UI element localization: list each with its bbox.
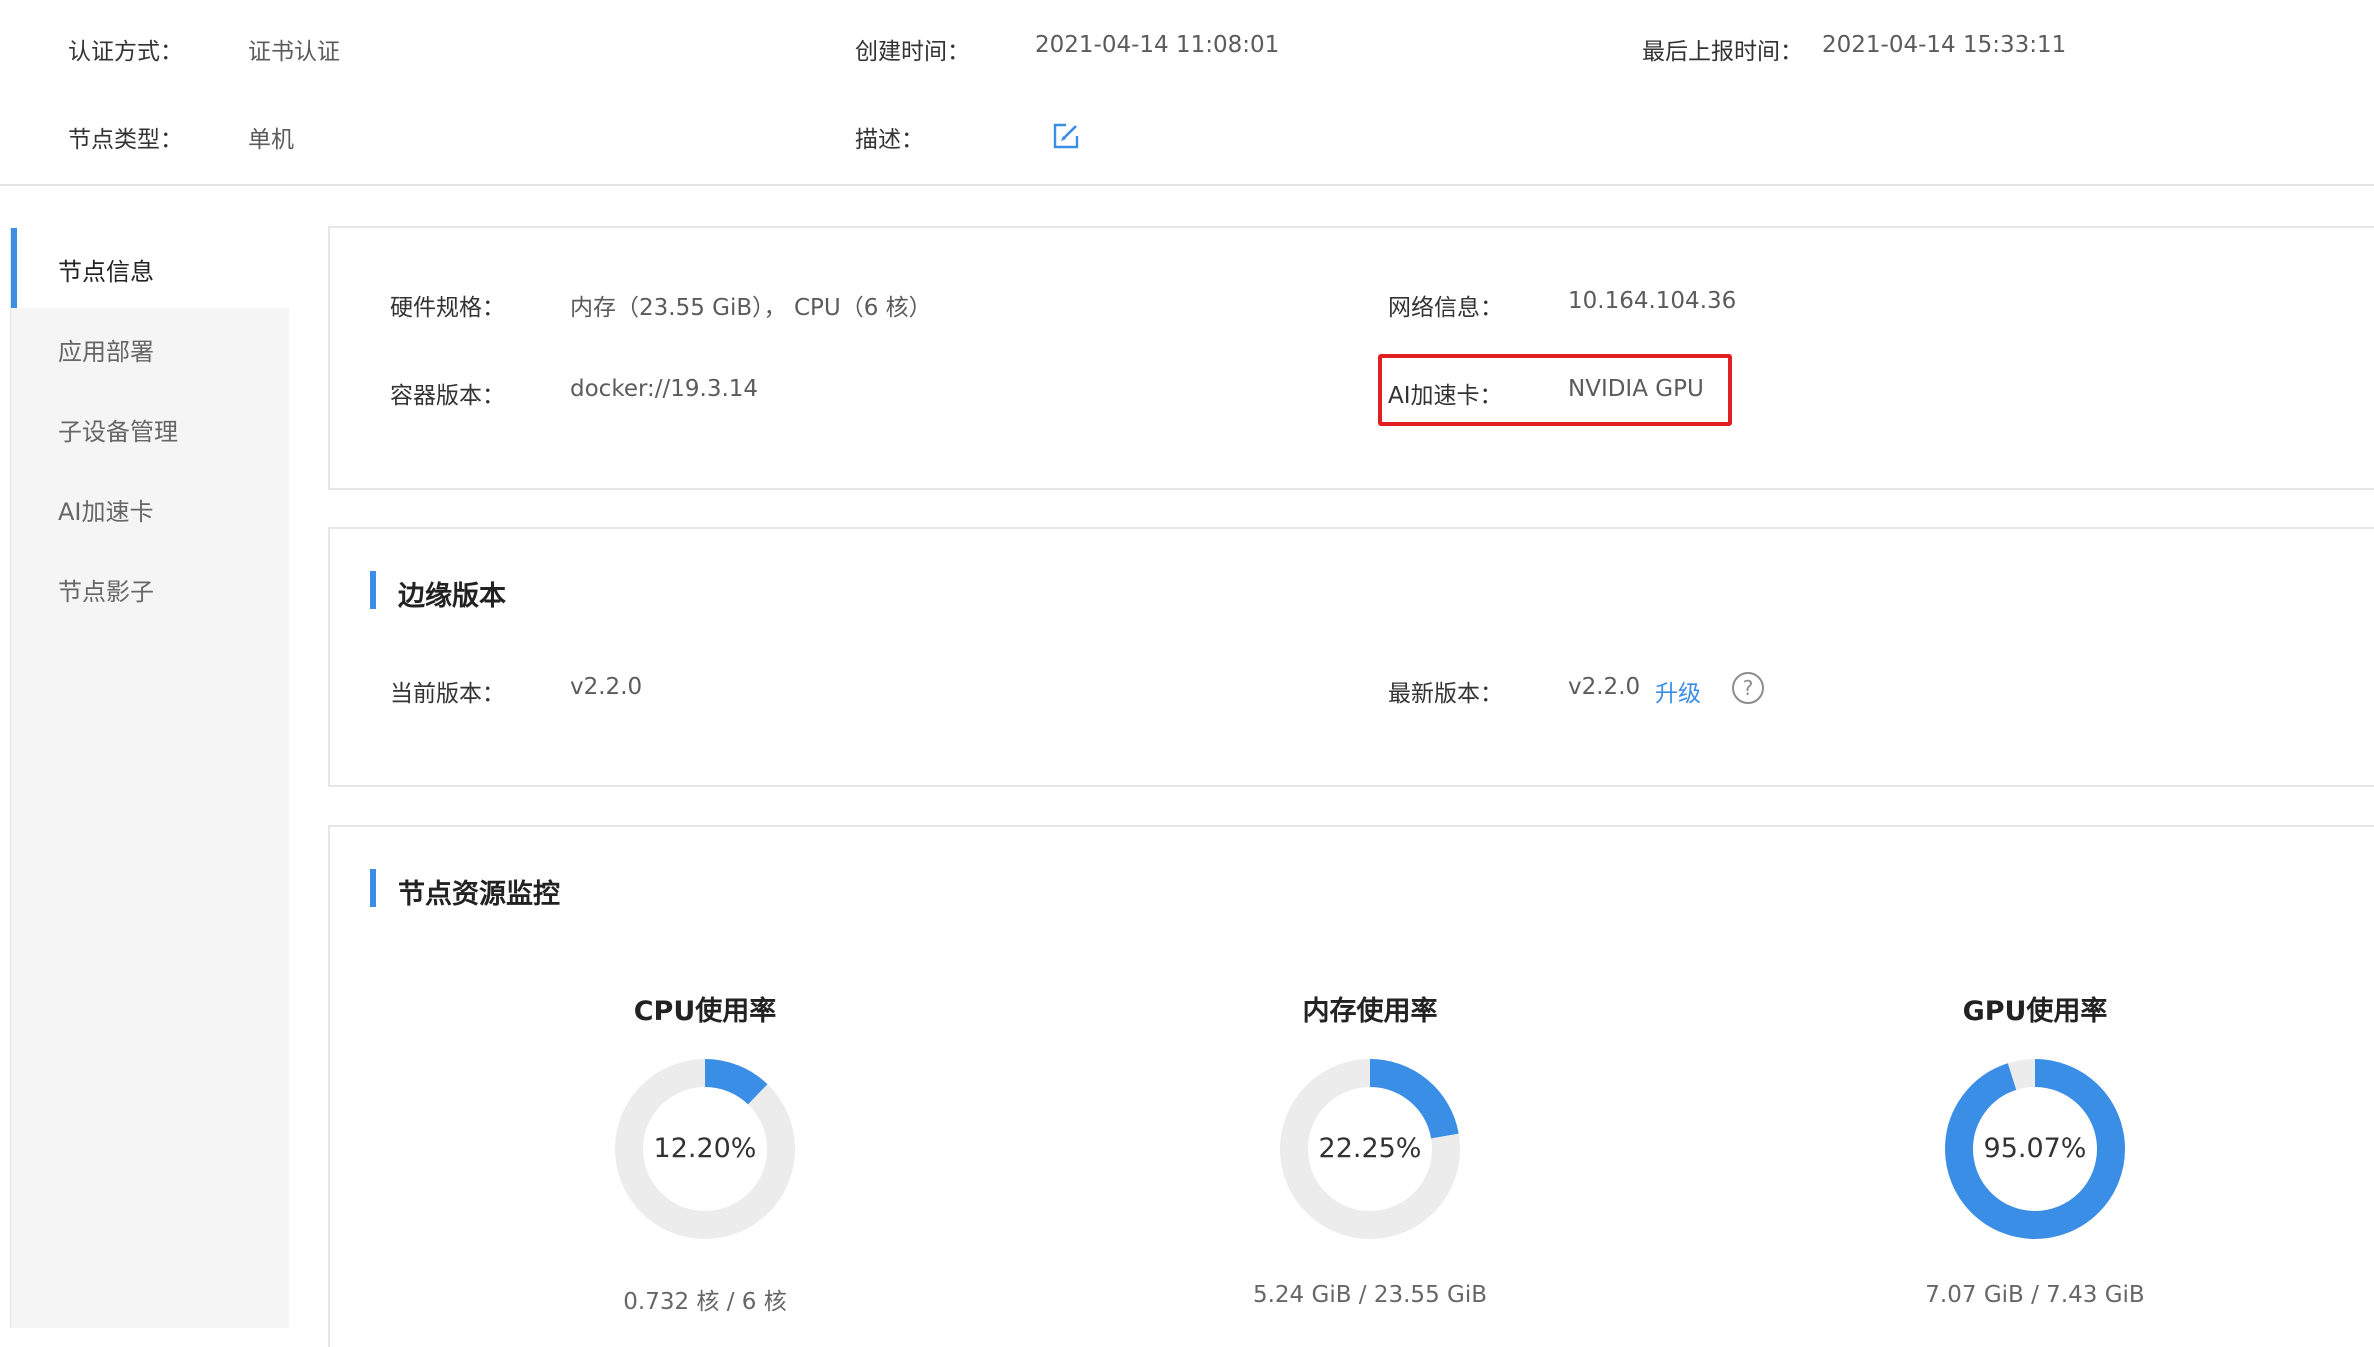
sidebar-item-label: 节点信息 <box>58 258 154 286</box>
gpu-usage-detail: 7.07 GiB / 7.43 GiB <box>1925 1282 2145 1308</box>
sidebar-item-ai-accelerator[interactable]: AI加速卡 <box>11 468 289 548</box>
node-type-label: 节点类型： <box>68 127 183 153</box>
memory-usage-percent: 22.25% <box>1318 1133 1422 1164</box>
auth-method-value: 证书认证 <box>248 39 340 65</box>
resource-monitor-panel: 节点资源监控 CPU使用率 12.20% 0.732 核 / 6 核 内存使用率… <box>328 825 2374 1347</box>
latest-version-value: v2.2.0 <box>1568 674 1641 700</box>
gpu-usage-title: GPU使用率 <box>1962 996 2108 1027</box>
current-version-label: 当前版本： <box>390 681 505 707</box>
resource-monitor-title: 节点资源监控 <box>398 879 560 910</box>
memory-usage-detail: 5.24 GiB / 23.55 GiB <box>1252 1282 1488 1308</box>
memory-usage-title: 内存使用率 <box>1302 996 1438 1027</box>
node-info-panel: 硬件规格： 内存（23.55 GiB）， CPU（6 核） 网络信息： 10.1… <box>328 226 2374 490</box>
memory-usage-donut: 22.25% <box>1280 1059 1460 1239</box>
network-value: 10.164.104.36 <box>1568 288 1737 314</box>
created-time-label: 创建时间： <box>855 39 970 65</box>
ai-card-value: NVIDIA GPU <box>1568 376 1704 402</box>
sidebar-item-label: AI加速卡 <box>58 498 154 526</box>
edge-version-title: 边缘版本 <box>398 581 506 612</box>
edit-icon[interactable] <box>1052 122 1080 150</box>
cpu-usage-detail: 0.732 核 / 6 核 <box>623 1289 787 1315</box>
current-version-value: v2.2.0 <box>570 674 643 700</box>
hardware-value: 内存（23.55 GiB）， CPU（6 核） <box>570 295 932 321</box>
gpu-usage-donut: 95.07% <box>1945 1059 2125 1239</box>
last-report-value: 2021-04-14 15:33:11 <box>1822 32 2067 58</box>
auth-method-label: 认证方式： <box>68 39 183 65</box>
network-label: 网络信息： <box>1388 295 1503 321</box>
hardware-label: 硬件规格： <box>390 295 505 321</box>
sidebar-item-label: 应用部署 <box>58 338 154 366</box>
container-version-value: docker://19.3.14 <box>570 376 759 402</box>
latest-version-label: 最新版本： <box>1388 681 1503 707</box>
description-label: 描述： <box>855 127 924 153</box>
cpu-usage-percent: 12.20% <box>653 1133 757 1164</box>
sidebar-item-node-info[interactable]: 节点信息 <box>11 228 289 308</box>
container-version-label: 容器版本： <box>390 383 505 409</box>
ai-card-label: AI加速卡： <box>1388 383 1503 409</box>
sidebar-item-node-shadow[interactable]: 节点影子 <box>11 548 289 628</box>
cpu-usage-title: CPU使用率 <box>633 996 777 1027</box>
header-divider <box>0 184 2374 186</box>
last-report-label: 最后上报时间： <box>1642 39 1803 65</box>
edge-version-panel: 边缘版本 当前版本： v2.2.0 最新版本： v2.2.0 升级 ? <box>328 527 2374 787</box>
help-icon[interactable]: ? <box>1732 672 1764 704</box>
sidebar: 节点信息 应用部署 子设备管理 AI加速卡 节点影子 <box>10 228 289 1328</box>
gpu-usage-percent: 95.07% <box>1983 1133 2087 1164</box>
cpu-usage-donut: 12.20% <box>615 1059 795 1239</box>
upgrade-link[interactable]: 升级 <box>1655 674 1701 708</box>
node-type-value: 单机 <box>248 127 294 153</box>
sidebar-item-label: 子设备管理 <box>58 418 178 446</box>
sidebar-item-subdevice-management[interactable]: 子设备管理 <box>11 388 289 468</box>
sidebar-item-app-deploy[interactable]: 应用部署 <box>11 308 289 388</box>
section-accent-bar <box>370 571 376 609</box>
created-time-value: 2021-04-14 11:08:01 <box>1035 32 1280 58</box>
sidebar-item-label: 节点影子 <box>58 578 154 606</box>
section-accent-bar <box>370 869 376 907</box>
